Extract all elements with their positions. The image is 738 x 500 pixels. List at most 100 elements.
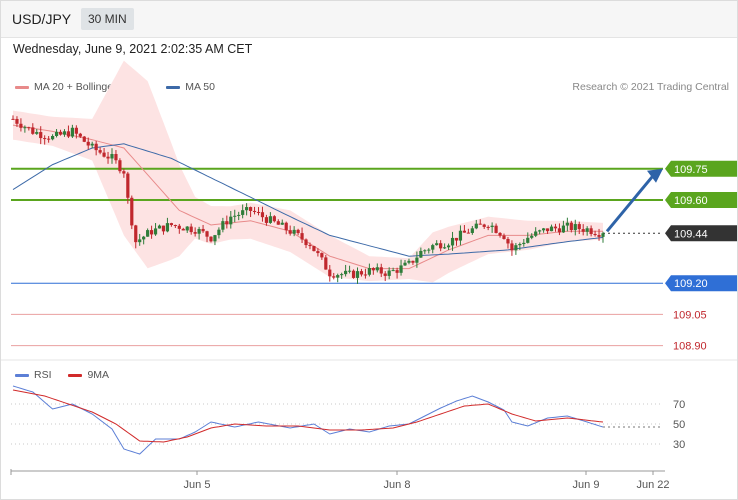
candle-body: [134, 225, 138, 243]
candle-body: [292, 229, 296, 234]
candle-body: [375, 267, 379, 271]
candle-body: [272, 216, 276, 222]
candle-body: [209, 236, 213, 242]
candle-body: [553, 226, 558, 229]
candle-body: [399, 265, 403, 273]
candle-body: [423, 250, 427, 252]
candle-body: [454, 237, 459, 241]
candle-body: [189, 226, 193, 233]
candle-body: [173, 225, 177, 227]
candle-body: [443, 247, 447, 249]
candle-body: [347, 270, 352, 272]
candle-body: [534, 231, 538, 236]
candle-body: [225, 221, 229, 225]
candle-body: [427, 249, 431, 251]
candle-body: [47, 138, 51, 140]
candle-body: [58, 131, 63, 135]
candle-body: [565, 222, 569, 226]
candle-body: [597, 235, 601, 237]
candle-body: [478, 223, 482, 225]
candle-body: [431, 245, 435, 250]
candle-body: [561, 225, 566, 233]
candle-body: [522, 242, 526, 245]
candle-body: [74, 127, 78, 134]
candle-body: [363, 274, 368, 276]
candle-body: [165, 223, 170, 232]
candle-body: [284, 222, 288, 231]
candle-body: [415, 257, 419, 263]
candle-body: [355, 271, 360, 278]
candle-body: [332, 276, 336, 278]
x-tick-label: Jun 8: [384, 479, 411, 491]
candle-body: [470, 228, 474, 233]
x-tick-label: Jun 5: [184, 479, 211, 491]
candle-body: [70, 127, 74, 137]
candle-body: [557, 228, 562, 233]
candle-body: [411, 260, 415, 263]
candle-body: [256, 211, 261, 213]
candle-body: [114, 154, 118, 161]
x-ticks-layer: Jun 5 Jun 8 Jun 9 Jun 22: [10, 469, 670, 491]
candle-body: [589, 228, 593, 234]
candle-body: [23, 127, 27, 129]
candle-body: [494, 225, 498, 233]
candle-body: [185, 226, 189, 231]
candle-body: [201, 228, 205, 232]
candle-body: [27, 127, 31, 129]
candle-body: [300, 233, 304, 240]
level-label-109.05: 109.05: [673, 309, 707, 321]
candle-body: [118, 160, 122, 172]
candle-body: [593, 233, 597, 236]
candle-body: [142, 236, 146, 240]
candle-body: [177, 225, 181, 229]
candle-body: [54, 131, 59, 136]
candle-body: [146, 230, 150, 237]
candle-body: [252, 210, 257, 212]
candle-body: [233, 215, 237, 217]
candle-body: [19, 123, 23, 128]
candle-body: [573, 224, 577, 230]
candle-body: [340, 274, 344, 276]
candle-body: [518, 244, 522, 246]
level-label-109.20: 109.20: [674, 278, 708, 290]
rsi-series-9ma: [12, 389, 604, 443]
candle-body: [237, 214, 241, 216]
candle-body: [86, 141, 90, 146]
candle-body: [359, 271, 364, 275]
candle-body: [296, 229, 300, 234]
candle-body: [197, 228, 201, 234]
candle-body: [545, 228, 550, 232]
candle-body: [498, 232, 502, 236]
candle-body: [217, 229, 221, 236]
candle-body: [419, 250, 423, 258]
candle-body: [245, 207, 249, 211]
candle-body: [90, 143, 94, 146]
candle-body: [490, 225, 494, 228]
candle-body: [149, 230, 154, 235]
candle-body: [288, 230, 292, 234]
candle-body: [106, 156, 110, 159]
candle-body: [50, 135, 55, 140]
candle-body: [328, 269, 332, 277]
candle-body: [320, 253, 324, 258]
candle-body: [15, 118, 19, 124]
candle-body: [241, 210, 245, 215]
x-tick-label: Jun 9: [573, 479, 600, 491]
candle-body: [403, 262, 407, 266]
candle-body: [581, 229, 585, 232]
price-chart[interactable]: 109.75 109.60 109.44 109.20 109.05 108.90 70 5…: [1, 1, 737, 499]
candle-body: [122, 171, 126, 174]
candle-body: [181, 228, 185, 231]
candle-body: [126, 173, 130, 198]
candle-body: [312, 246, 316, 252]
candle-body: [102, 152, 106, 157]
candle-body: [585, 228, 589, 232]
level-label-109.60: 109.60: [674, 195, 708, 207]
candle-body: [367, 268, 371, 275]
candle-body: [542, 228, 546, 231]
candle-body: [502, 235, 506, 239]
candle-body: [157, 225, 162, 229]
candle-body: [161, 225, 166, 232]
x-tick-label: Jun 22: [636, 479, 669, 491]
candle-body: [316, 251, 320, 254]
